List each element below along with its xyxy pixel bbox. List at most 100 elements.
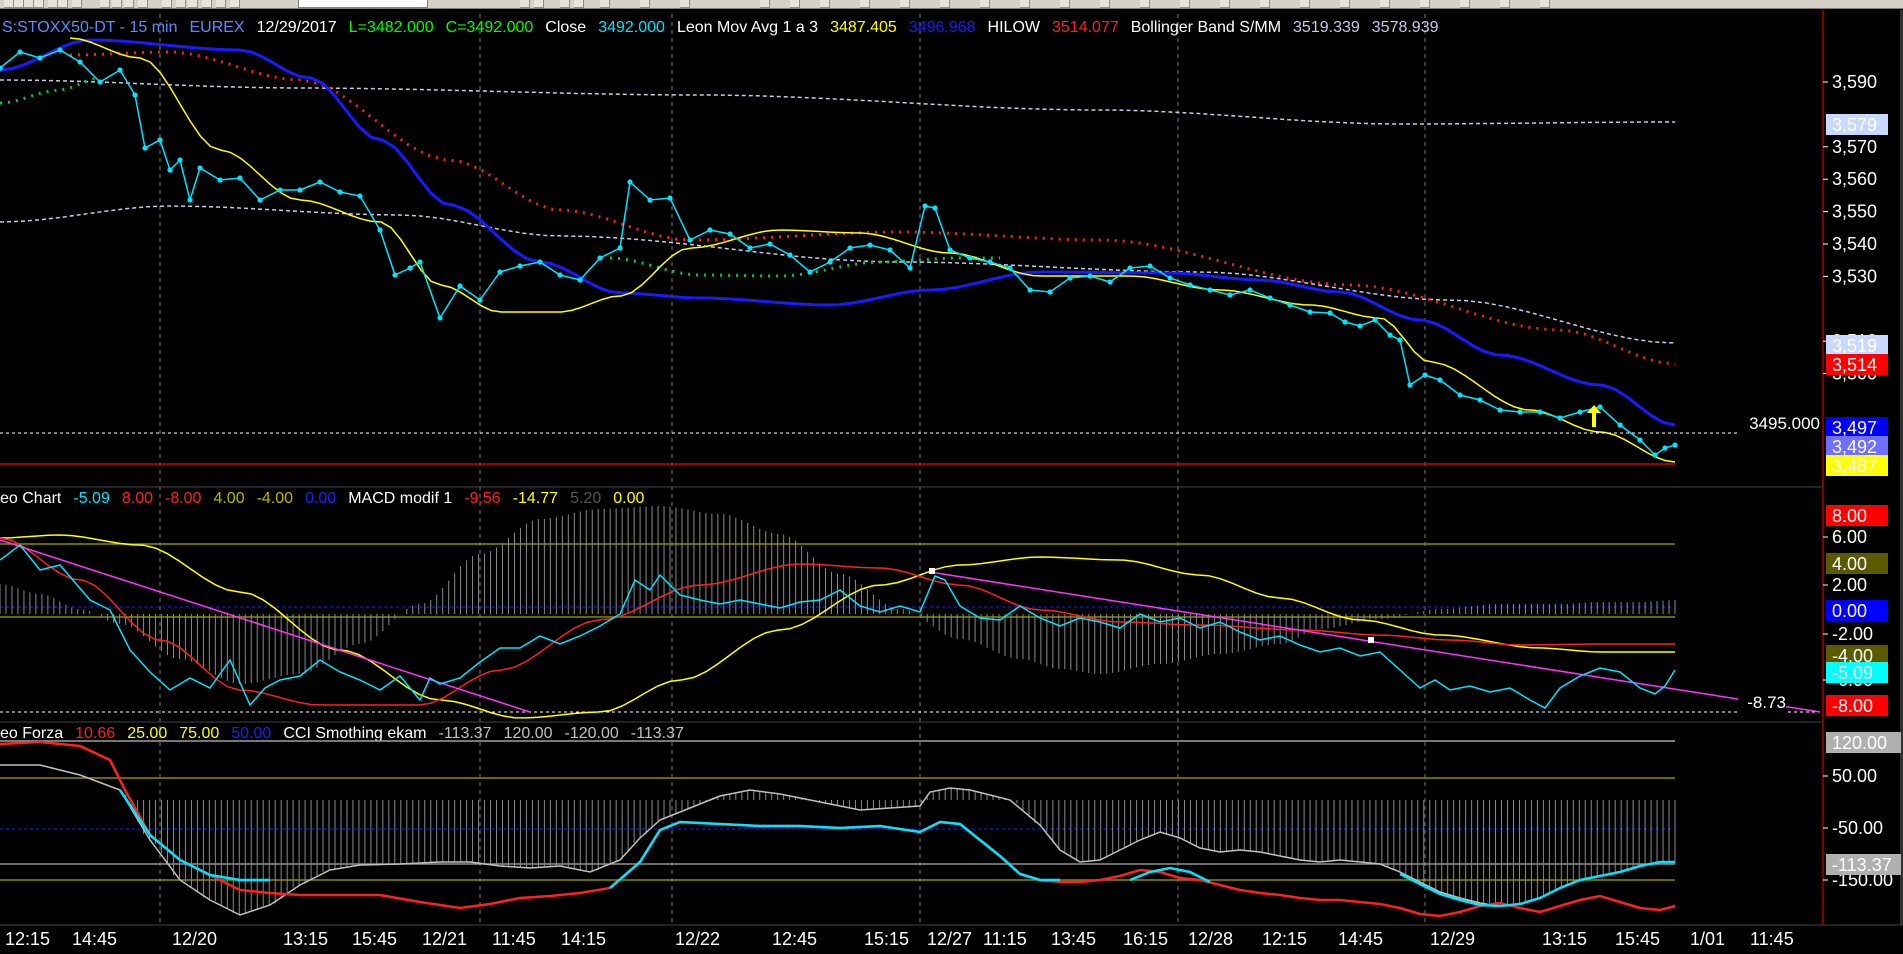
close-price-point — [277, 187, 283, 193]
bollinger-lower-line — [0, 205, 1676, 344]
macd-marker — [929, 568, 935, 574]
price-tick-label: 3,540 — [1832, 234, 1877, 254]
cci-cyan-segment — [118, 789, 270, 882]
close-price-point — [142, 145, 148, 151]
macd-tick-label: -2.00 — [1832, 624, 1873, 644]
cci-header-item: 120.00 — [504, 725, 553, 742]
close-price-point — [497, 269, 503, 275]
macd-header-item: eo Chart — [0, 490, 62, 507]
chart-area[interactable]: S:STOXX50-DT - 15 min EUREX 12/29/2017 L=34… — [0, 0, 1903, 954]
bollinger-mid-line — [69, 50, 1676, 366]
x-axis-label: 13:15 — [1542, 929, 1587, 949]
close-price-point — [1477, 397, 1483, 403]
close-price-point — [1127, 265, 1133, 271]
close-price-point — [1342, 319, 1348, 325]
macd-tag: -8.00 — [1832, 696, 1873, 716]
close-price-point — [477, 297, 483, 303]
close-price-point — [97, 79, 103, 85]
close-price-point — [1287, 302, 1293, 308]
price-header-item: HILOW — [988, 19, 1041, 36]
close-price-point — [1537, 409, 1543, 415]
close-price-point — [1372, 317, 1378, 323]
close-price-point — [767, 241, 773, 247]
close-price-point — [77, 59, 83, 65]
cci-tick-label: -50.00 — [1832, 818, 1883, 838]
close-price-point — [537, 259, 543, 265]
close-price-point — [297, 187, 303, 193]
close-price-point — [557, 272, 563, 278]
x-axis-label: 12/28 — [1188, 929, 1233, 949]
close-price-point — [1307, 309, 1313, 315]
x-axis-label: 11:45 — [492, 929, 536, 949]
close-price-point — [517, 263, 523, 269]
close-price-series — [0, 47, 1678, 458]
x-axis-label: 12:15 — [1262, 929, 1307, 949]
close-price-line — [0, 49, 1676, 456]
close-price-point — [1007, 265, 1013, 271]
x-axis-label: 15:15 — [864, 929, 909, 949]
macd-tag: 0.00 — [1832, 601, 1867, 621]
macd-tag: 4.00 — [1832, 554, 1867, 574]
price-header-item: Leon Mov Avg 1 a 3 — [677, 19, 818, 36]
close-price-point — [377, 227, 383, 233]
close-price-point — [967, 255, 973, 261]
close-price-point — [167, 167, 173, 173]
close-price-point — [1577, 409, 1583, 415]
price-header-item: 3514.077 — [1052, 19, 1119, 36]
macd-tick-label: 6.00 — [1832, 527, 1867, 547]
macd-tag: 8.00 — [1832, 506, 1867, 526]
close-price-point — [1387, 332, 1393, 338]
macd-header-item: 8.00 — [122, 490, 153, 507]
close-price-point — [337, 189, 343, 195]
close-price-point — [1087, 273, 1093, 279]
price-tag: 3,497 — [1832, 418, 1877, 438]
close-price-point — [1327, 310, 1333, 316]
chart-window: S:STOXX50-DT - 15 min EUREX 12/29/2017 L=34… — [0, 0, 1903, 954]
cci-header-item: eo Forza — [0, 725, 63, 742]
cci-cyan-segment — [609, 820, 1060, 889]
close-price-point — [1397, 337, 1403, 343]
close-price-point — [392, 272, 398, 278]
green-dots-left — [0, 76, 101, 105]
close-price-point — [807, 269, 813, 275]
x-axis-label: 12/20 — [172, 929, 217, 949]
price-header-item: C=3492.000 — [446, 19, 534, 36]
price-header-item: 3487.405 — [830, 19, 897, 36]
close-price-point — [1027, 287, 1033, 293]
close-price-point — [1422, 372, 1428, 378]
cci-tick-label: 50.00 — [1832, 766, 1877, 786]
macd-header-item: 4.00 — [213, 490, 244, 507]
x-axis-label: 13:45 — [1051, 929, 1096, 949]
price-tick-label: 3,590 — [1832, 72, 1877, 92]
close-price-point — [932, 205, 938, 211]
close-price-point — [577, 277, 583, 283]
close-price-point — [1652, 452, 1658, 458]
close-price-point — [57, 47, 63, 53]
close-price-point — [907, 265, 913, 271]
close-price-point — [1167, 275, 1173, 281]
cci-header-item: -113.37 — [631, 725, 684, 742]
price-header-item: L=3482.000 — [349, 19, 434, 36]
close-price-point — [17, 49, 23, 55]
x-axis-label: 12/21 — [422, 929, 467, 949]
cci-tag: 120.00 — [1832, 733, 1887, 753]
close-price-point — [1407, 382, 1413, 388]
close-price-point — [217, 177, 223, 183]
x-axis-label: 11:45 — [1750, 929, 1794, 949]
close-price-point — [407, 265, 413, 271]
close-price-point — [867, 242, 873, 248]
price-tick-label: 3,530 — [1832, 266, 1877, 286]
cci-header-item: 75.00 — [179, 725, 219, 742]
macd-tag: -5.09 — [1832, 663, 1873, 683]
close-price-point — [1517, 409, 1523, 415]
x-axis-label: 12:45 — [772, 929, 817, 949]
close-price-point — [187, 197, 193, 203]
close-price-point — [197, 165, 203, 171]
price-tag: 3,579 — [1832, 115, 1877, 135]
close-price-point — [687, 237, 693, 243]
x-axis-label: 12/22 — [675, 929, 720, 949]
close-price-point — [1247, 287, 1253, 293]
close-price-point — [177, 157, 183, 163]
price-tag: 3,492 — [1832, 437, 1877, 457]
price-header-item: 12/29/2017 — [257, 19, 337, 36]
